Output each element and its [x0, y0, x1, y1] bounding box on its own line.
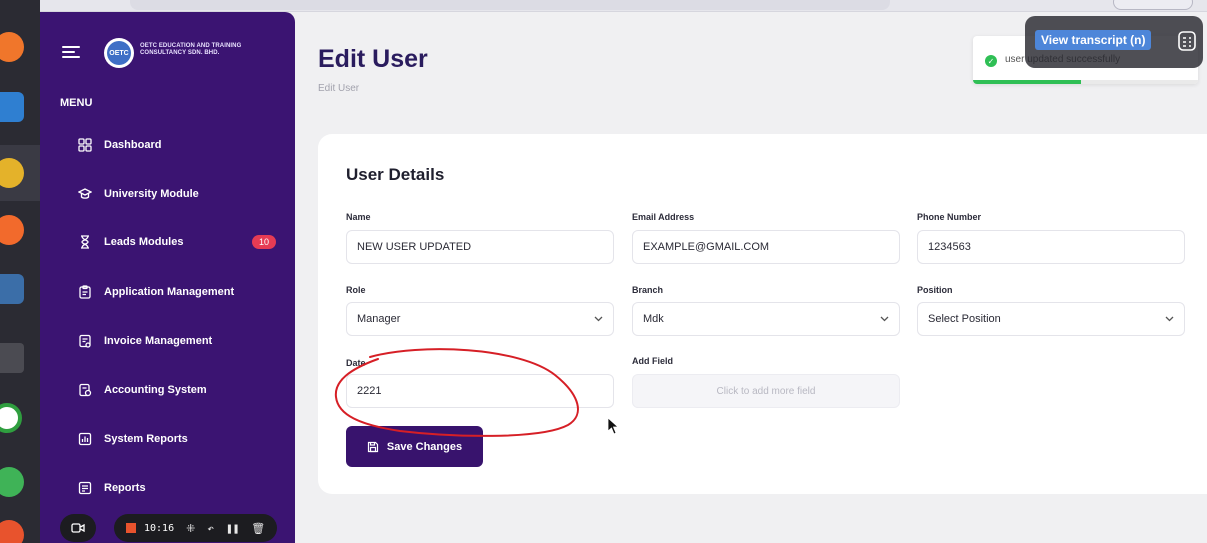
name-input[interactable]: NEW USER UPDATED — [346, 230, 614, 264]
reports-icon — [78, 481, 92, 495]
trash-icon[interactable]: 🗑 — [251, 522, 265, 535]
role-label: Role — [346, 285, 366, 295]
save-floppy-icon — [367, 441, 378, 452]
hamburger-menu-icon[interactable] — [62, 46, 80, 58]
sidebar-item-application-management[interactable]: Application Management — [78, 280, 288, 304]
add-field-label: Add Field — [632, 356, 673, 366]
graduation-cap-icon — [78, 187, 92, 201]
section-title: User Details — [346, 165, 445, 184]
sidebar-item-label: Dashboard — [104, 139, 162, 151]
ubuntu-store-icon[interactable] — [0, 520, 24, 543]
phone-label: Phone Number — [917, 212, 982, 222]
position-label: Position — [917, 285, 953, 295]
company-logo: OETC — [104, 38, 134, 68]
hourglass-icon — [78, 235, 92, 249]
sidebar-item-label: Leads Modules — [104, 236, 184, 248]
transcript-overlay: View transcript (n) — [1025, 16, 1203, 68]
sidebar-item-label: Invoice Management — [104, 335, 213, 347]
recording-timer: 10:16 — [144, 522, 175, 534]
browser-toolbar — [0, 0, 1207, 12]
address-bar[interactable] — [130, 0, 890, 10]
branch-select[interactable]: Mdk — [632, 302, 900, 336]
grid-overlay-icon[interactable]: ⁜ — [186, 522, 195, 535]
sidebar-item-accounting-system[interactable]: Accounting System — [78, 378, 288, 402]
sidebar: OETC OETC EDUCATION AND TRAINING CONSULT… — [40, 12, 295, 543]
role-select-value: Manager — [357, 313, 401, 325]
branch-label: Branch — [632, 285, 664, 295]
sidebar-item-label: Reports — [104, 482, 146, 494]
view-transcript-button[interactable]: View transcript (n) — [1035, 30, 1152, 50]
check-circle-icon: ✓ — [985, 55, 997, 67]
add-more-field-button[interactable]: Click to add more field — [632, 374, 900, 408]
vscode-icon[interactable] — [0, 92, 24, 122]
report-chart-icon — [78, 432, 92, 446]
name-input-value: NEW USER UPDATED — [357, 241, 472, 253]
camera-toggle-button[interactable] — [60, 514, 96, 542]
add-field-placeholder: Click to add more field — [716, 385, 816, 397]
phone-input-value: 1234563 — [928, 241, 971, 253]
stop-recording-button[interactable] — [126, 523, 136, 533]
email-input-value: EXAMPLE@GMAIL.COM — [643, 241, 770, 253]
chevron-down-icon — [593, 314, 603, 324]
video-camera-icon — [71, 523, 85, 533]
date-input-value: 2221 — [357, 385, 382, 397]
breadcrumb: Edit User — [318, 83, 360, 94]
sidebar-item-leads-modules[interactable]: Leads Modules 10 — [78, 230, 288, 254]
role-select[interactable]: Manager — [346, 302, 614, 336]
screen-recorder-toolbar: 10:16 ⁜ ↶ ❚❚ 🗑 — [60, 514, 278, 542]
recording-controls: 10:16 ⁜ ↶ ❚❚ 🗑 — [114, 514, 278, 542]
mouse-cursor-icon — [607, 417, 619, 435]
name-label: Name — [346, 212, 371, 222]
save-button-label: Save Changes — [386, 440, 463, 453]
sidebar-item-university-module[interactable]: University Module — [78, 182, 288, 206]
sidebar-item-dashboard[interactable]: Dashboard — [78, 133, 288, 157]
company-name: OETC EDUCATION AND TRAINING CONSULTANCY … — [140, 43, 242, 56]
android-studio-icon[interactable] — [0, 467, 24, 497]
phone-input[interactable]: 1234563 — [917, 230, 1185, 264]
toast-timer-fill — [973, 80, 1081, 84]
transcript-document-icon[interactable] — [1177, 30, 1197, 52]
leads-count-badge: 10 — [251, 235, 276, 249]
date-input[interactable]: 2221 — [346, 374, 614, 408]
grid-icon — [78, 138, 92, 152]
branch-select-value: Mdk — [643, 313, 664, 325]
sidebar-item-invoice-management[interactable]: Invoice Management — [78, 329, 288, 353]
toast-timer-track — [973, 80, 1198, 84]
clipboard-icon — [78, 285, 92, 299]
chevron-down-icon — [1164, 314, 1174, 324]
sidebar-item-reports[interactable]: Reports — [78, 476, 288, 500]
sidebar-item-label: System Reports — [104, 433, 188, 445]
sidebar-item-label: Accounting System — [104, 384, 207, 396]
os-dock — [0, 0, 40, 543]
app-circle-icon[interactable] — [0, 403, 22, 433]
save-changes-button[interactable]: Save Changes — [346, 426, 483, 467]
chevron-down-icon — [879, 314, 889, 324]
sidebar-item-label: University Module — [104, 188, 199, 200]
database-tool-icon[interactable] — [0, 274, 24, 304]
page-title: Edit User — [318, 45, 428, 73]
accounting-icon — [78, 383, 92, 397]
undo-icon[interactable]: ↶ — [207, 522, 214, 535]
email-label: Email Address — [632, 212, 695, 222]
position-select[interactable]: Select Position — [917, 302, 1185, 336]
firefox-icon[interactable] — [0, 32, 24, 62]
email-input[interactable]: EXAMPLE@GMAIL.COM — [632, 230, 900, 264]
position-select-value: Select Position — [928, 313, 1001, 325]
sidebar-item-label: Application Management — [104, 286, 235, 298]
sidebar-item-system-reports[interactable]: System Reports — [78, 427, 288, 451]
user-details-card: User Details Name NEW USER UPDATED Email… — [318, 134, 1207, 494]
pause-icon[interactable]: ❚❚ — [226, 522, 239, 535]
postman-icon[interactable] — [0, 215, 24, 245]
menu-heading: MENU — [60, 97, 93, 109]
terminal-icon[interactable] — [0, 343, 24, 373]
browser-update-button[interactable] — [1113, 0, 1193, 10]
date-label: Date — [346, 358, 366, 368]
invoice-icon — [78, 334, 92, 348]
